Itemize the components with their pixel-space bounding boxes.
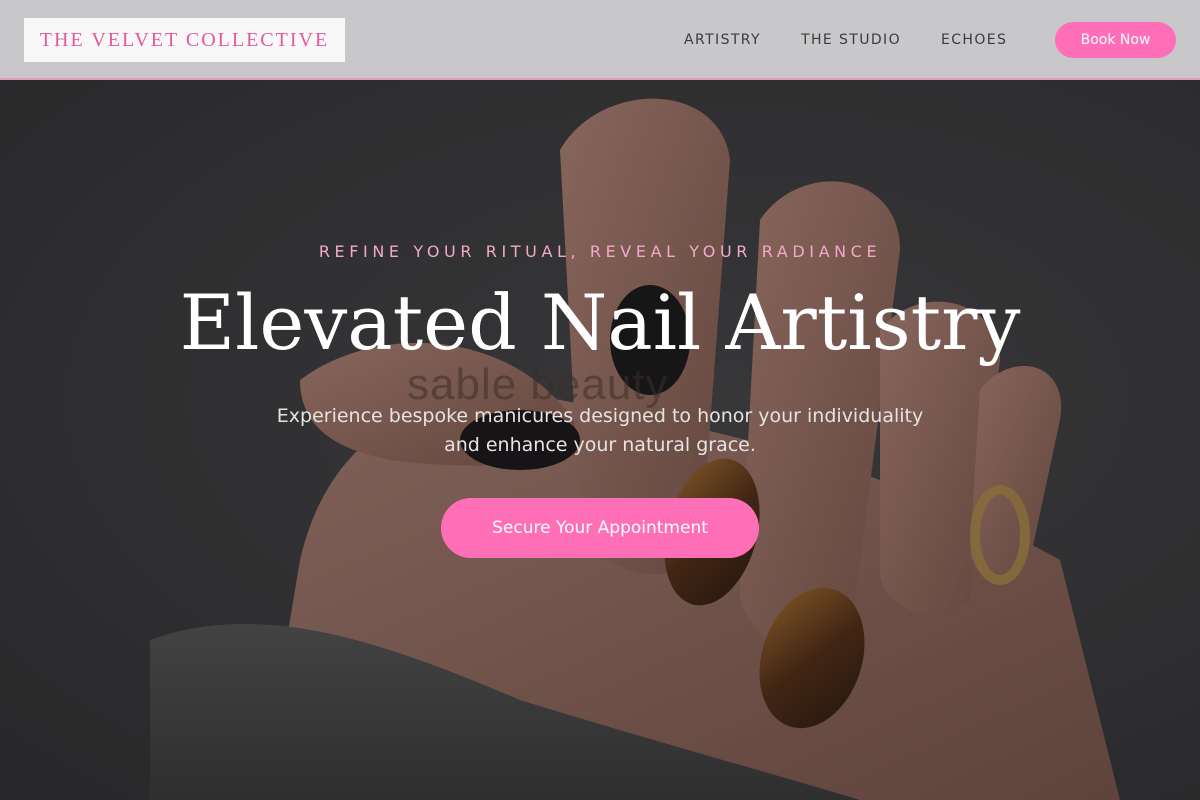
nav-link-the-studio[interactable]: THE STUDIO bbox=[801, 32, 901, 48]
hero-subtext: Experience bespoke manicures designed to… bbox=[250, 402, 950, 460]
secure-appointment-button[interactable]: Secure Your Appointment bbox=[441, 498, 759, 558]
hero-subtext-line-2: and enhance your natural grace. bbox=[444, 434, 756, 456]
nav-link-echoes[interactable]: ECHOES bbox=[941, 32, 1007, 48]
nav-link-artistry[interactable]: ARTISTRY bbox=[684, 32, 761, 48]
main-nav: ARTISTRY THE STUDIO ECHOES bbox=[684, 0, 1047, 80]
brand-logo[interactable]: THE VELVET COLLECTIVE bbox=[24, 18, 345, 62]
book-now-button[interactable]: Book Now bbox=[1055, 22, 1176, 58]
hero-tagline: REFINE YOUR RITUAL, REVEAL YOUR RADIANCE bbox=[318, 242, 882, 261]
hero-section: sable beauty REFINE YOUR RITUAL, REVEAL … bbox=[0, 0, 1200, 800]
top-navbar: THE VELVET COLLECTIVE ARTISTRY THE STUDI… bbox=[0, 0, 1200, 80]
hero-subtext-line-1: Experience bespoke manicures designed to… bbox=[276, 405, 924, 427]
hero-headline: Elevated Nail Artistry bbox=[179, 278, 1021, 367]
